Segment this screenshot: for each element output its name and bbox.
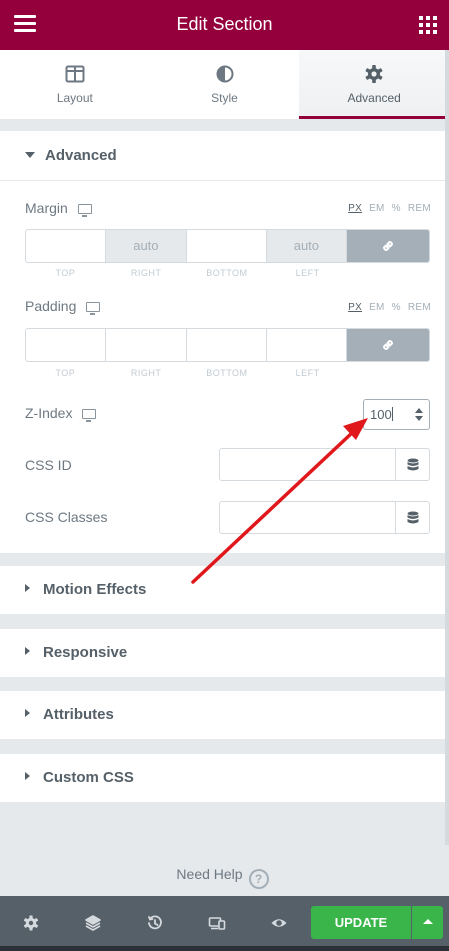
- dim-label-left: LEFT: [295, 368, 320, 378]
- padding-dim-labels: TOP RIGHT BOTTOM LEFT: [25, 368, 348, 378]
- unit-px[interactable]: PX: [348, 203, 362, 214]
- dim-label-top: TOP: [55, 268, 76, 278]
- zindex-label-row: Z-Index: [25, 405, 97, 422]
- history-icon[interactable]: [146, 914, 164, 932]
- tab-style[interactable]: Style: [150, 50, 300, 119]
- dim-label-right: RIGHT: [130, 268, 162, 278]
- gear-icon: [365, 65, 383, 83]
- section-title: Motion Effects: [43, 581, 147, 598]
- section-title: Responsive: [43, 644, 128, 661]
- unit-px[interactable]: PX: [348, 302, 362, 313]
- caret-down-icon: [25, 152, 35, 158]
- dim-label-right: RIGHT: [130, 368, 162, 378]
- tab-layout[interactable]: Layout: [0, 50, 150, 119]
- margin-left-input[interactable]: auto: [266, 230, 347, 262]
- tab-advanced[interactable]: Advanced: [299, 50, 449, 119]
- desktop-icon[interactable]: [82, 409, 97, 422]
- link-icon: [382, 339, 394, 351]
- tab-label: Style: [211, 91, 238, 105]
- section-title: Attributes: [43, 706, 114, 723]
- dynamic-tags-button[interactable]: [396, 502, 429, 533]
- zindex-value: 100: [370, 407, 392, 422]
- database-icon: [407, 458, 418, 470]
- scrollbar[interactable]: [445, 50, 449, 845]
- padding-label: Padding: [25, 298, 77, 314]
- caret-right-icon: [25, 772, 30, 780]
- link-values-button[interactable]: [347, 329, 429, 361]
- caret-right-icon: [25, 647, 30, 655]
- custom-css-section[interactable]: Custom CSS: [0, 754, 445, 802]
- attributes-section[interactable]: Attributes: [0, 691, 445, 739]
- css-id-field[interactable]: [220, 449, 396, 480]
- database-icon: [407, 511, 418, 523]
- save-options-button[interactable]: [412, 906, 443, 939]
- css-classes-input[interactable]: [219, 501, 430, 534]
- dynamic-tags-button[interactable]: [396, 449, 429, 480]
- zindex-label: Z-Index: [25, 405, 73, 421]
- unit-em[interactable]: EM: [369, 203, 385, 214]
- margin-label: Margin: [25, 200, 68, 216]
- motion-effects-section[interactable]: Motion Effects: [0, 566, 445, 614]
- margin-dim-labels: TOP RIGHT BOTTOM LEFT: [25, 268, 348, 278]
- tab-label: Layout: [56, 91, 93, 105]
- padding-label-row: Padding: [25, 298, 101, 315]
- unit-rem[interactable]: REM: [408, 302, 431, 313]
- section-title: Custom CSS: [43, 769, 134, 786]
- padding-right-input[interactable]: [106, 329, 187, 361]
- layers-icon[interactable]: [84, 914, 102, 932]
- margin-inputs: auto auto: [25, 229, 430, 263]
- link-values-button[interactable]: [347, 230, 429, 262]
- dim-label-top: TOP: [55, 368, 76, 378]
- caret-right-icon: [25, 584, 30, 592]
- unit-percent[interactable]: %: [392, 203, 401, 214]
- css-classes-field[interactable]: [220, 502, 396, 533]
- padding-left-input[interactable]: [267, 329, 347, 361]
- padding-units: PX EM% REM: [341, 302, 431, 313]
- responsive-section[interactable]: Responsive: [0, 629, 445, 677]
- half-circle-icon: [216, 65, 233, 83]
- responsive-mode-icon[interactable]: [208, 914, 226, 932]
- settings-gear-icon[interactable]: [22, 914, 40, 932]
- question-icon: ?: [248, 869, 269, 889]
- update-button[interactable]: UPDATE: [311, 906, 411, 939]
- padding-top-input[interactable]: [26, 329, 107, 361]
- dim-label-bottom: BOTTOM: [206, 368, 248, 378]
- spinner-icon[interactable]: [415, 408, 423, 422]
- need-help-link[interactable]: Need Help?: [0, 866, 445, 889]
- padding-inputs: [25, 328, 430, 362]
- css-id-label: CSS ID: [25, 457, 72, 473]
- padding-bottom-input[interactable]: [187, 329, 267, 361]
- unit-rem[interactable]: REM: [408, 203, 431, 214]
- margin-bottom-input[interactable]: [187, 230, 267, 262]
- margin-label-row: Margin: [25, 200, 92, 217]
- unit-em[interactable]: EM: [369, 302, 385, 313]
- panel-title: Edit Section: [176, 14, 273, 34]
- margin-top-input[interactable]: [26, 230, 107, 262]
- zindex-input[interactable]: 100: [363, 399, 430, 430]
- margin-right-input[interactable]: auto: [106, 230, 187, 262]
- panel-header: Edit Section: [0, 0, 449, 50]
- section-title: Advanced: [45, 147, 117, 164]
- dim-label-left: LEFT: [295, 268, 320, 278]
- desktop-icon[interactable]: [86, 302, 101, 315]
- columns-icon: [65, 65, 85, 83]
- margin-units: PX EM% REM: [341, 203, 431, 214]
- advanced-section-header[interactable]: Advanced: [0, 131, 445, 181]
- css-id-input[interactable]: [219, 448, 430, 481]
- dim-label-bottom: BOTTOM: [206, 268, 248, 278]
- panel-tabs: Layout Style Advanced: [0, 50, 449, 119]
- unit-percent[interactable]: %: [392, 302, 401, 313]
- desktop-icon[interactable]: [77, 204, 92, 217]
- widgets-grid-icon[interactable]: [419, 16, 437, 34]
- panel-footer: UPDATE: [0, 896, 449, 951]
- bottom-strip: [0, 946, 449, 951]
- css-classes-label: CSS Classes: [25, 509, 108, 525]
- help-label: Need Help: [176, 866, 243, 882]
- tab-label: Advanced: [347, 91, 401, 105]
- caret-right-icon: [25, 709, 30, 717]
- link-icon: [382, 240, 394, 252]
- preview-eye-icon[interactable]: [270, 914, 288, 932]
